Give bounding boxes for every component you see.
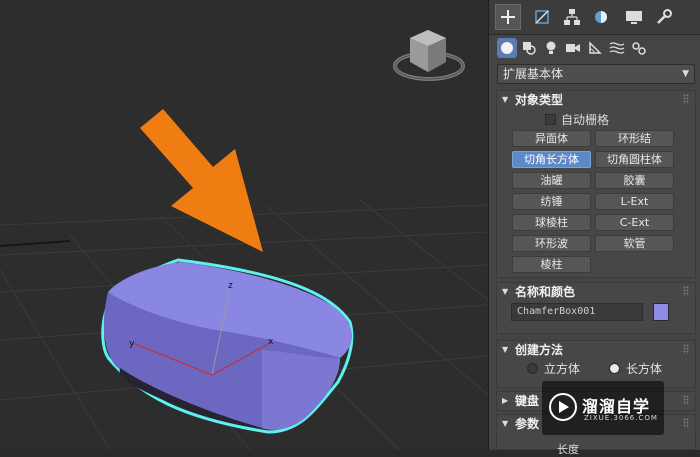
rollout-grip-icon[interactable]	[683, 286, 689, 296]
radio-cube[interactable]: 立方体	[527, 360, 580, 377]
dropdown-value: 扩展基本体	[503, 67, 564, 81]
world-axis-line	[0, 240, 71, 247]
primitive-button-torusknot[interactable]: 环形结	[595, 130, 674, 147]
geometry-icon[interactable]	[497, 38, 517, 58]
chevron-down-icon: ▼	[682, 69, 689, 79]
primitive-button-hose[interactable]: 软管	[595, 235, 674, 252]
object-category-dropdown[interactable]: 扩展基本体 ▼	[497, 64, 695, 84]
expand-triangle-icon: ▶	[502, 396, 509, 405]
utilities-icon[interactable]	[651, 4, 677, 30]
primitive-button-chamferbox[interactable]: 切角长方体	[512, 151, 591, 168]
primitive-button-ringwave[interactable]: 环形波	[512, 235, 591, 252]
rollout-grip-icon[interactable]	[683, 344, 689, 354]
primitive-button-oiltank[interactable]: 油罐	[512, 172, 591, 189]
motion-icon[interactable]	[589, 4, 615, 30]
radio-box-label: 长方体	[626, 362, 663, 376]
primitive-button-lext[interactable]: L-Ext	[595, 193, 674, 210]
autogrid-checkbox[interactable]: 自动栅格	[545, 111, 609, 128]
primitive-button-cext[interactable]: C-Ext	[595, 214, 674, 231]
checkbox-box[interactable]	[545, 114, 556, 125]
display-icon[interactable]	[621, 4, 647, 30]
hierarchy-icon[interactable]	[559, 4, 585, 30]
primitive-button-prism[interactable]: 棱柱	[512, 256, 591, 273]
collapse-triangle-icon: ▼	[502, 345, 509, 354]
viewport-perspective[interactable]: z x y	[0, 0, 488, 450]
watermark: 溜溜自学 ZIXUE.3066.COM	[542, 381, 664, 435]
command-panel-tabs	[489, 0, 700, 35]
lights-icon[interactable]	[541, 38, 561, 58]
pointer-arrow-icon	[140, 109, 263, 252]
radio-cube-label: 立方体	[544, 362, 581, 376]
watermark-logo-icon	[549, 393, 577, 421]
length-label: 长度	[557, 443, 579, 456]
object-name-field[interactable]: ChamferBox001	[511, 303, 643, 321]
radio-dot[interactable]	[527, 363, 538, 374]
primitive-button-chamfercyl[interactable]: 切角圆柱体	[595, 151, 674, 168]
name-color-header[interactable]: ▼ 名称和颜色	[497, 283, 695, 301]
object-type-title: 对象类型	[515, 93, 564, 107]
systems-icon[interactable]	[629, 38, 649, 58]
spacewarps-icon[interactable]	[607, 38, 627, 58]
keyboard-entry-title: 键盘	[515, 394, 540, 408]
parameters-title: 参数	[515, 417, 540, 431]
rollout-grip-icon[interactable]	[683, 94, 689, 104]
rollout-grip-icon[interactable]	[683, 418, 689, 428]
radio-box[interactable]: 长方体	[609, 360, 662, 377]
name-color-rollout: ▼ 名称和颜色 ChamferBox001	[496, 282, 696, 334]
helpers-icon[interactable]	[585, 38, 605, 58]
name-color-title: 名称和颜色	[515, 285, 576, 299]
modify-icon[interactable]	[529, 4, 555, 30]
cameras-icon[interactable]	[563, 38, 583, 58]
collapse-triangle-icon: ▼	[502, 95, 509, 104]
primitive-button-spindle[interactable]: 纺锤	[512, 193, 591, 210]
gizmo-z-label: z	[228, 281, 233, 291]
creation-method-header[interactable]: ▼ 创建方法	[497, 341, 695, 359]
collapse-triangle-icon: ▼	[502, 287, 509, 296]
object-type-header[interactable]: ▼ 对象类型	[497, 91, 695, 109]
gizmo-x-label: x	[268, 337, 274, 347]
gizmo-y-label: y	[129, 339, 135, 349]
primitive-button-gengon[interactable]: 球棱柱	[512, 214, 591, 231]
watermark-subtitle: ZIXUE.3066.COM	[584, 414, 658, 422]
creation-method-title: 创建方法	[515, 343, 564, 357]
object-type-rollout: ▼ 对象类型 自动栅格 异面体 环形结 切角长方体 切角圆柱体 油罐 胶囊 纺锤…	[496, 90, 696, 278]
collapse-triangle-icon: ▼	[502, 419, 509, 428]
radio-dot-selected[interactable]	[609, 363, 620, 374]
shapes-icon[interactable]	[519, 38, 539, 58]
rollout-grip-icon[interactable]	[683, 395, 689, 405]
autogrid-label: 自动栅格	[561, 113, 610, 127]
create-categories	[489, 35, 700, 61]
object-color-swatch[interactable]	[653, 303, 669, 321]
primitive-button-hedra[interactable]: 异面体	[512, 130, 591, 147]
create-icon[interactable]	[495, 4, 521, 30]
primitive-button-capsule[interactable]: 胶囊	[595, 172, 674, 189]
viewcube-icon[interactable]	[393, 30, 465, 81]
